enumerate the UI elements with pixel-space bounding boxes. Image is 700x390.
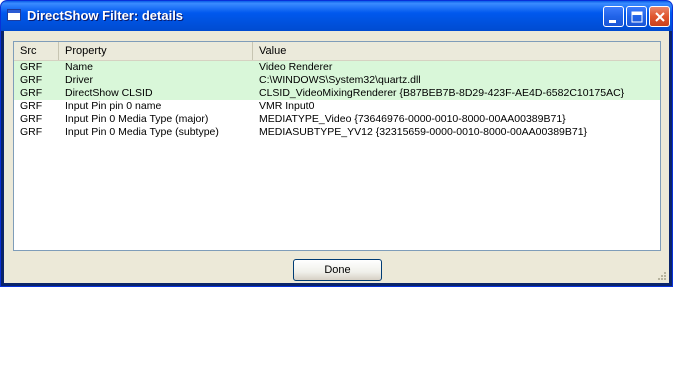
cell-property: Input Pin pin 0 name <box>65 100 162 112</box>
cell-value: MEDIATYPE_Video {73646976-0000-0010-8000… <box>259 113 566 125</box>
cell-property: Name <box>65 61 94 73</box>
maximize-icon <box>631 11 643 23</box>
window-title: DirectShow Filter: details <box>27 8 184 23</box>
list-rows: GRF Name Video Renderer GRF Driver C:\WI… <box>14 61 660 139</box>
resize-grip-icon[interactable] <box>657 271 667 281</box>
list-header: Src Property Value <box>14 42 660 61</box>
cell-property: Input Pin 0 Media Type (major) <box>65 113 209 125</box>
maximize-button[interactable] <box>626 6 647 27</box>
cell-property: Input Pin 0 Media Type (subtype) <box>65 126 219 138</box>
cell-src: GRF <box>20 87 43 99</box>
dialog-client-area: Src Property Value GRF Name Video Render… <box>4 31 669 283</box>
table-row[interactable]: GRF Input Pin 0 Media Type (subtype) MED… <box>14 126 660 139</box>
cell-value: Video Renderer <box>259 61 333 73</box>
done-button[interactable]: Done <box>293 259 382 281</box>
details-list[interactable]: Src Property Value GRF Name Video Render… <box>13 41 661 251</box>
cell-src: GRF <box>20 113 43 125</box>
cell-value: MEDIASUBTYPE_YV12 {32315659-0000-0010-80… <box>259 126 588 138</box>
window-app-icon <box>7 9 21 21</box>
column-header-value[interactable]: Value <box>253 42 660 60</box>
minimize-button[interactable] <box>603 6 624 27</box>
close-button[interactable] <box>649 6 670 27</box>
title-bar[interactable]: DirectShow Filter: details <box>1 1 672 31</box>
cell-src: GRF <box>20 126 43 138</box>
cell-value: C:\WINDOWS\System32\quartz.dll <box>259 74 421 86</box>
cell-src: GRF <box>20 61 43 73</box>
cell-src: GRF <box>20 100 43 112</box>
cell-property: Driver <box>65 74 93 86</box>
table-row[interactable]: GRF DirectShow CLSID CLSID_VideoMixingRe… <box>14 87 660 100</box>
table-row[interactable]: GRF Input Pin 0 Media Type (major) MEDIA… <box>14 113 660 126</box>
close-icon <box>655 12 665 22</box>
dialog-window: DirectShow Filter: details Src Property <box>0 0 673 287</box>
table-row[interactable]: GRF Driver C:\WINDOWS\System32\quartz.dl… <box>14 74 660 87</box>
minimize-icon <box>609 20 616 23</box>
cell-property: DirectShow CLSID <box>65 87 153 99</box>
table-row[interactable]: GRF Input Pin pin 0 name VMR Input0 <box>14 100 660 113</box>
table-row[interactable]: GRF Name Video Renderer <box>14 61 660 74</box>
column-header-src[interactable]: Src <box>14 42 59 60</box>
cell-src: GRF <box>20 74 43 86</box>
cell-value: CLSID_VideoMixingRenderer {B87BEB7B-8D29… <box>259 87 625 99</box>
cell-value: VMR Input0 <box>259 100 315 112</box>
column-header-property[interactable]: Property <box>59 42 253 60</box>
